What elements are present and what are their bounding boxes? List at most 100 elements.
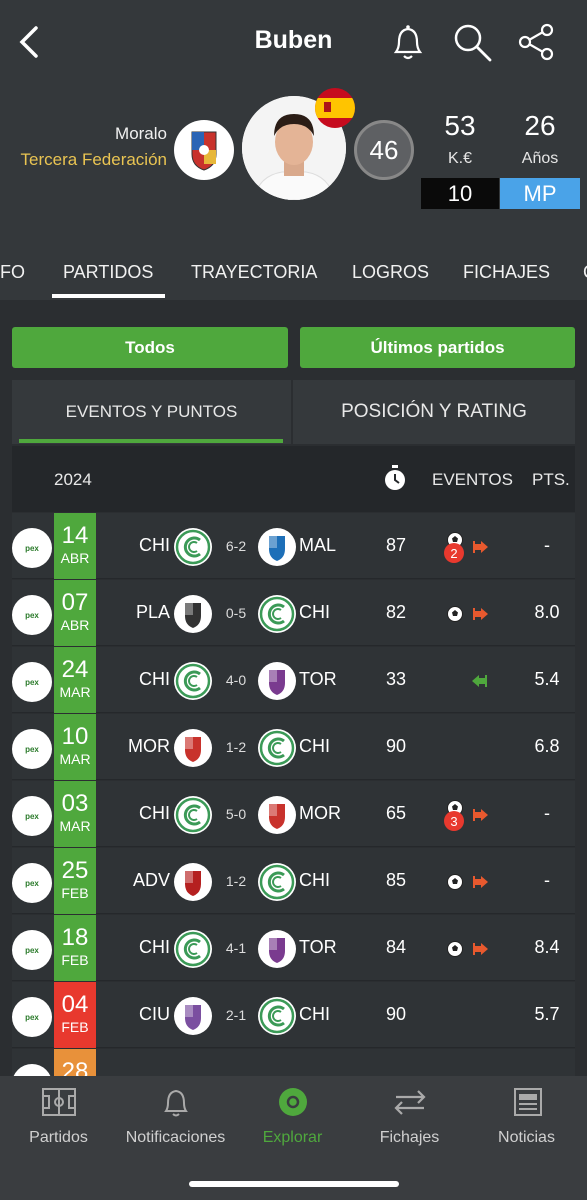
away-team-crest: [258, 595, 296, 633]
tab-trayectoria[interactable]: TRAYECTORIA: [191, 262, 317, 283]
home-team-crest: [174, 595, 212, 633]
home-team: CHI: [139, 535, 170, 555]
match-score: 1-2: [225, 873, 247, 889]
match-events: [442, 732, 502, 766]
competition-logo: pex: [12, 662, 52, 702]
competition-logo: pex: [12, 595, 52, 635]
minutes-played: 85: [385, 870, 407, 890]
away-team-crest: [258, 997, 296, 1035]
match-row[interactable]: pex 10 MAR MOR 1-2 CHI 90 6.8: [12, 714, 575, 780]
match-row[interactable]: pex 18 FEB CHI 4-1 TOR 84 8.4: [12, 915, 575, 981]
tab-overflow[interactable]: C: [583, 262, 587, 283]
away-team-crest: [258, 528, 296, 566]
home-team: ADV: [132, 870, 170, 890]
away-team: MAL: [299, 535, 337, 555]
bell-icon[interactable]: [386, 20, 430, 64]
match-date: 18 FEB: [54, 915, 96, 981]
team-crest[interactable]: [174, 120, 234, 180]
subtab-events-label: EVENTOS Y PUNTOS: [65, 402, 238, 421]
nav-noticias[interactable]: Noticias: [468, 1086, 585, 1147]
match-date: 28: [54, 1049, 96, 1076]
match-row[interactable]: pex 04 FEB CIU 2-1 CHI 90 5.7: [12, 982, 575, 1048]
home-team: CHI: [139, 803, 170, 823]
home-team-crest: [174, 796, 212, 834]
match-score: 4-1: [225, 940, 247, 956]
match-row[interactable]: pex 14 ABR CHI 6-2 MAL 87 2-: [12, 513, 575, 579]
away-team: CHI: [299, 1004, 330, 1024]
home-team: CIU: [139, 1004, 170, 1024]
minutes-played: 87: [385, 535, 407, 555]
competition-logo: pex: [12, 930, 52, 970]
home-team-crest: [174, 729, 212, 767]
league-name[interactable]: Tercera Federación: [21, 150, 167, 170]
match-month: FEB: [61, 952, 89, 968]
match-row[interactable]: pex 03 MAR CHI 5-0 MOR 65 3-: [12, 781, 575, 847]
minutes-played: 82: [385, 602, 407, 622]
match-row[interactable]: pex 28: [12, 1049, 575, 1076]
match-points: -: [544, 870, 550, 890]
nav-partidos[interactable]: Partidos: [0, 1086, 117, 1147]
away-team: CHI: [299, 602, 330, 622]
match-score: 5-0: [225, 806, 247, 822]
substituted-out-icon: [472, 807, 490, 828]
match-date: 25 FEB: [54, 848, 96, 914]
table-header: 2024 EVENTOS PTS.: [12, 446, 575, 512]
match-score: 1-2: [225, 739, 247, 755]
match-day: 25: [61, 857, 89, 884]
match-month: MAR: [59, 684, 91, 700]
tab-logros[interactable]: LOGROS: [352, 262, 429, 283]
nav-fichajes[interactable]: Fichajes: [351, 1086, 468, 1147]
match-row[interactable]: pex 25 FEB ADV 1-2 CHI 85-: [12, 848, 575, 914]
away-team: MOR: [299, 803, 341, 823]
match-row[interactable]: pex 24 MAR CHI 4-0 TOR 33 5.4: [12, 647, 575, 713]
match-month: ABR: [60, 550, 90, 566]
substituted-out-icon: [472, 606, 490, 627]
goal-ball-icon: [446, 940, 464, 963]
tab-info[interactable]: FO: [0, 262, 25, 283]
last-matches-button[interactable]: Últimos partidos: [300, 327, 575, 368]
minutes-played: 90: [385, 736, 407, 756]
substituted-out-icon: [472, 539, 490, 560]
home-team: CHI: [139, 669, 170, 689]
share-icon[interactable]: [515, 20, 559, 64]
subtab-position[interactable]: POSICIÓN Y RATING: [293, 380, 575, 444]
match-events: [442, 933, 502, 967]
season-year: 2024: [54, 470, 92, 489]
match-points: 5.7: [534, 1004, 560, 1024]
home-team-crest: [174, 528, 212, 566]
subtab-events[interactable]: EVENTOS Y PUNTOS: [12, 380, 291, 444]
all-matches-button[interactable]: Todos: [12, 327, 288, 368]
match-date: 07 ABR: [54, 580, 96, 646]
transfer-icon: [393, 1090, 426, 1115]
away-team-crest: [258, 662, 296, 700]
match-date: 10 MAR: [54, 714, 96, 780]
home-team: PLA: [135, 602, 170, 622]
tab-partidos[interactable]: PARTIDOS: [63, 262, 153, 283]
match-month: MAR: [59, 751, 91, 767]
match-events: 2: [442, 531, 502, 565]
away-team-crest: [258, 796, 296, 834]
age-value: 26: [524, 110, 556, 141]
match-list: pex 14 ABR CHI 6-2 MAL 87 2- pex 07 ABR PLA 0-5 CHI 82…: [12, 513, 575, 1076]
spain-flag-icon: [315, 88, 355, 128]
nav-notificaciones[interactable]: Notificaciones: [117, 1086, 234, 1147]
team-name[interactable]: Moralo: [115, 124, 167, 144]
goal-ball-icon: [446, 605, 464, 628]
match-score: 6-2: [225, 538, 247, 554]
match-row[interactable]: pex 07 ABR PLA 0-5 CHI 82 8.0: [12, 580, 575, 646]
match-month: FEB: [61, 1019, 89, 1035]
tab-fichajes[interactable]: FICHAJES: [463, 262, 550, 283]
bell-icon: [163, 1089, 188, 1117]
match-date: 04 FEB: [54, 982, 96, 1048]
match-month: FEB: [61, 885, 89, 901]
explore-icon: [278, 1088, 307, 1116]
nav-label: Noticias: [498, 1129, 555, 1146]
competition-logo: pex: [12, 1064, 52, 1076]
search-icon[interactable]: [450, 20, 494, 64]
page-title: Buben: [254, 26, 333, 54]
nav-explorar[interactable]: Explorar: [234, 1086, 351, 1147]
home-team-crest: [174, 863, 212, 901]
away-team: TOR: [299, 937, 337, 957]
competition-logo: pex: [12, 997, 52, 1037]
match-day: 04: [61, 991, 89, 1018]
